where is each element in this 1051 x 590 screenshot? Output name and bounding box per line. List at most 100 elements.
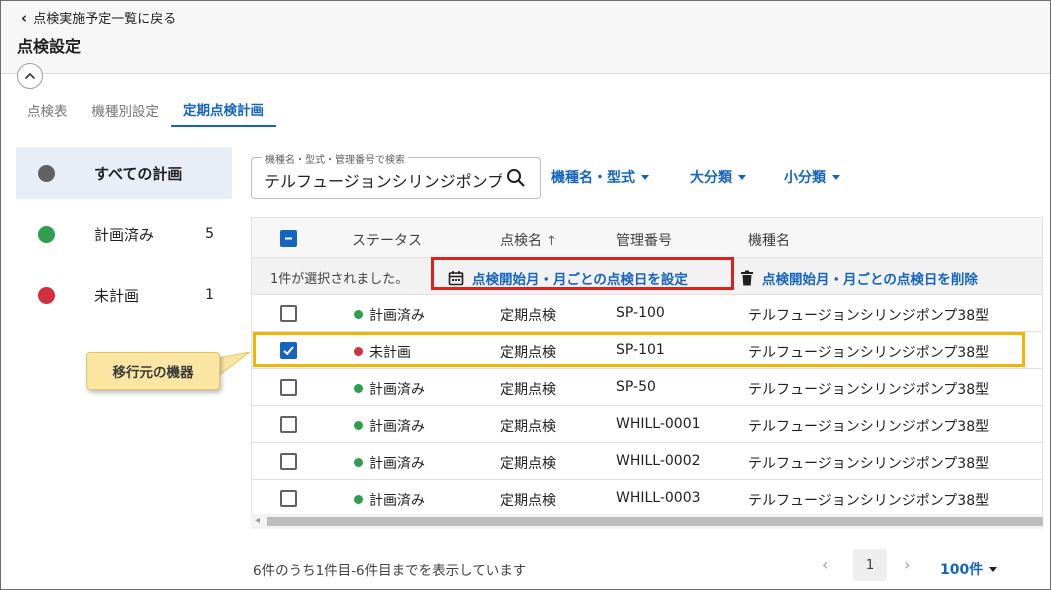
source-row-highlight: [253, 332, 1025, 367]
column-header-label: 点検名: [500, 233, 542, 249]
app-window: ‹ 点検実施予定一覧に戻る 点検設定 点検表 機種別設定 定期点検計画 すべての…: [0, 0, 1051, 590]
mgmt-no-cell: WHILL-0001: [616, 416, 701, 432]
chevron-up-icon: [24, 72, 36, 80]
tab-bar: 点検表 機種別設定 定期点検計画: [15, 93, 276, 127]
status-cell: 計画済み: [354, 416, 425, 436]
back-link[interactable]: ‹ 点検実施予定一覧に戻る: [21, 8, 177, 28]
status-label: 計画済み: [369, 456, 425, 472]
mgmt-no-cell: WHILL-0003: [616, 490, 701, 506]
chevron-left-icon: ‹: [21, 8, 28, 27]
status-label: 計画済み: [369, 493, 425, 509]
set-schedule-highlight: [431, 257, 734, 290]
status-label: 計画済み: [369, 382, 425, 398]
search-icon[interactable]: [506, 168, 526, 188]
scroll-left-icon[interactable]: ◂: [255, 515, 260, 526]
inspection-cell: 定期点検: [500, 308, 556, 324]
sidebar-item-count: 5: [205, 226, 214, 242]
column-header-model[interactable]: 機種名: [748, 230, 790, 250]
row-checkbox[interactable]: [280, 379, 297, 396]
per-page-label: 100件: [940, 562, 984, 578]
caret-down-icon: [738, 174, 746, 180]
sidebar-item-planned[interactable]: 計画済み 5: [16, 208, 232, 260]
table-row[interactable]: 計画済み 定期点検 SP-100 テルフュージョンシリンジポンプ38型: [252, 295, 1042, 332]
status-dot-icon: [38, 225, 55, 243]
search-input[interactable]: テルフュージョンシリンジポンプ: [264, 168, 502, 192]
model-cell: テルフュージョンシリンジポンプ38型: [748, 419, 990, 435]
filter-minor-category-dropdown[interactable]: 小分類: [784, 167, 840, 187]
sidebar-item-label: 計画済み: [94, 225, 155, 244]
tab-periodic-plan[interactable]: 定期点検計画: [171, 93, 276, 127]
status-dot-icon: [354, 458, 363, 467]
sidebar-item-unplanned[interactable]: 未計画 1: [16, 269, 232, 321]
mgmt-no-cell: WHILL-0002: [616, 453, 701, 469]
current-page-button[interactable]: 1: [853, 549, 887, 581]
trash-icon: [741, 270, 753, 286]
sidebar-item-all-plans[interactable]: すべての計画: [16, 147, 232, 199]
source-device-callout: 移行元の機器: [86, 352, 220, 390]
model-cell: テルフュージョンシリンジポンプ38型: [748, 493, 990, 509]
status-cell: 計画済み: [354, 490, 425, 510]
search-label: 機種名・型式・管理番号で検索: [262, 151, 408, 166]
inspection-cell: 定期点検: [500, 493, 556, 509]
filter-major-category-dropdown[interactable]: 大分類: [690, 167, 746, 187]
status-cell: 計画済み: [354, 305, 425, 325]
next-page-icon[interactable]: ›: [904, 555, 910, 574]
row-checkbox[interactable]: [280, 490, 297, 507]
row-checkbox[interactable]: [280, 453, 297, 470]
plan-filter-list: すべての計画 計画済み 5 未計画 1: [16, 147, 232, 330]
back-link-label: 点検実施予定一覧に戻る: [33, 12, 177, 27]
delete-schedule-label: 点検開始月・月ごとの点検日を削除: [762, 272, 978, 288]
caret-down-icon: [989, 566, 998, 572]
column-header-inspection[interactable]: 点検名 ↑: [500, 230, 557, 250]
column-header-status[interactable]: ステータス: [352, 230, 422, 250]
model-cell: テルフュージョンシリンジポンプ38型: [748, 382, 990, 398]
status-dot-icon: [38, 164, 55, 182]
horizontal-scrollbar[interactable]: ◂: [251, 514, 1043, 529]
filter-model-dropdown[interactable]: 機種名・型式: [551, 167, 649, 187]
filter-label: 小分類: [784, 170, 826, 186]
tab-inspection-sheet[interactable]: 点検表: [15, 93, 80, 127]
status-dot-icon: [354, 495, 363, 504]
row-checkbox[interactable]: [280, 416, 297, 433]
tab-model-settings[interactable]: 機種別設定: [80, 93, 172, 127]
model-cell: テルフュージョンシリンジポンプ38型: [748, 456, 990, 472]
prev-page-icon[interactable]: ‹: [822, 555, 828, 574]
delete-schedule-button[interactable]: 点検開始月・月ごとの点検日を削除: [740, 268, 978, 288]
mgmt-no-cell: SP-50: [616, 379, 656, 395]
table-header: ステータス 点検名 ↑ 管理番号 機種名: [252, 218, 1042, 258]
filter-label: 大分類: [690, 170, 732, 186]
status-dot-icon: [354, 421, 363, 430]
per-page-dropdown[interactable]: 100件: [940, 559, 998, 579]
sidebar-item-label: 未計画: [94, 286, 140, 305]
status-cell: 計画済み: [354, 453, 425, 473]
pagination-summary: 6件のうち1件目-6件目までを表示しています: [253, 563, 527, 579]
select-all-checkbox[interactable]: [280, 230, 297, 247]
row-checkbox[interactable]: [280, 305, 297, 322]
top-bar: ‹ 点検実施予定一覧に戻る 点検設定: [1, 1, 1050, 74]
sort-ascending-icon: ↑: [546, 234, 557, 249]
caret-down-icon: [832, 174, 840, 180]
model-cell: テルフュージョンシリンジポンプ38型: [748, 308, 990, 324]
collapse-button[interactable]: [17, 63, 43, 89]
status-cell: 計画済み: [354, 379, 425, 399]
status-label: 計画済み: [369, 419, 425, 435]
indeterminate-icon: [285, 237, 292, 240]
caret-down-icon: [641, 174, 649, 180]
table-row[interactable]: 計画済み 定期点検 WHILL-0001 テルフュージョンシリンジポンプ38型: [252, 406, 1042, 443]
inspection-cell: 定期点検: [500, 382, 556, 398]
status-label: 計画済み: [369, 308, 425, 324]
scrollbar-thumb[interactable]: [267, 517, 1043, 526]
status-dot-icon: [354, 384, 363, 393]
column-header-mgmt-no[interactable]: 管理番号: [616, 230, 672, 250]
table-row[interactable]: 計画済み 定期点検 SP-50 テルフュージョンシリンジポンプ38型: [252, 369, 1042, 406]
table-row[interactable]: 計画済み 定期点検 WHILL-0002 テルフュージョンシリンジポンプ38型: [252, 443, 1042, 480]
inspection-cell: 定期点検: [500, 456, 556, 472]
status-dot-icon: [38, 286, 55, 304]
sidebar-item-label: すべての計画: [94, 164, 183, 183]
search-field[interactable]: 機種名・型式・管理番号で検索 テルフュージョンシリンジポンプ: [251, 151, 541, 199]
table-row[interactable]: 計画済み 定期点検 WHILL-0003 テルフュージョンシリンジポンプ38型: [252, 480, 1042, 517]
selection-count-text: 1件が選択されました。: [270, 272, 409, 287]
page-title: 点検設定: [17, 37, 82, 56]
mgmt-no-cell: SP-100: [616, 305, 665, 321]
sidebar-item-count: 1: [205, 287, 214, 303]
